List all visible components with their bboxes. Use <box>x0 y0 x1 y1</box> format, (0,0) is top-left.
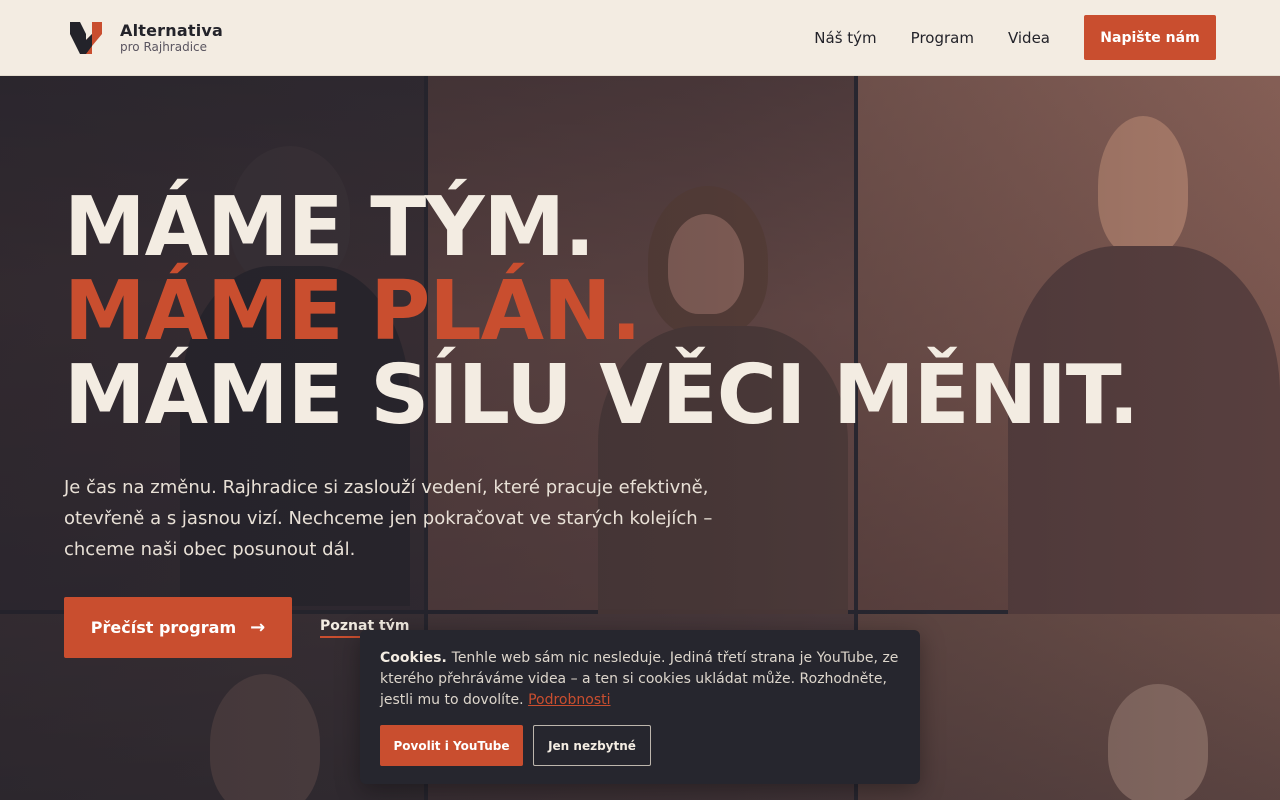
allow-youtube-button[interactable]: Povolit i YouTube <box>380 725 523 766</box>
nav-item-tym[interactable]: Náš tým <box>814 29 876 47</box>
cookie-title: Cookies. <box>380 650 452 666</box>
arrow-right-icon: → <box>250 617 266 638</box>
brand-name: Alternativa <box>120 21 224 40</box>
cookie-body: Tenhle web sám nic nesleduje. Jediná tře… <box>380 650 899 708</box>
cookie-details-link[interactable]: Podrobnosti <box>528 692 610 708</box>
headline-line-1: MÁME TÝM. <box>64 180 595 275</box>
read-program-label: Přečíst program <box>90 618 237 637</box>
nav-item-videa[interactable]: Videa <box>1008 29 1050 47</box>
brand-logo-link[interactable]: Alternativa pro Rajhradice <box>68 20 223 56</box>
cookie-banner: Cookies. Tenhle web sám nic nesleduje. J… <box>360 630 920 784</box>
headline-line-2: MÁME PLÁN. <box>64 264 642 359</box>
cookie-message: Cookies. Tenhle web sám nic nesleduje. J… <box>380 648 900 711</box>
brand-text: Alternativa pro Rajhradice <box>120 21 224 55</box>
contact-button[interactable]: Napište nám <box>1084 15 1216 60</box>
v-chevron-logo-icon <box>70 22 102 54</box>
nav-item-program[interactable]: Program <box>911 29 974 47</box>
hero-lead-text: Je čas na změnu. Rajhradice si zaslouží … <box>64 477 713 560</box>
brand-subtitle: pro Rajhradice <box>120 40 208 54</box>
main-nav: Náš tým Program Videa Napište nám <box>814 15 1216 60</box>
cookie-actions: Povolit i YouTube Jen nezbytné <box>380 725 651 766</box>
read-program-button[interactable]: Přečíst program → <box>64 597 292 658</box>
necessary-only-button[interactable]: Jen nezbytné <box>533 725 651 766</box>
site-header: Alternativa pro Rajhradice Náš tým Progr… <box>0 0 1280 76</box>
headline-line-3: MÁME SÍLU VĚCI MĚNIT. <box>64 348 1139 443</box>
